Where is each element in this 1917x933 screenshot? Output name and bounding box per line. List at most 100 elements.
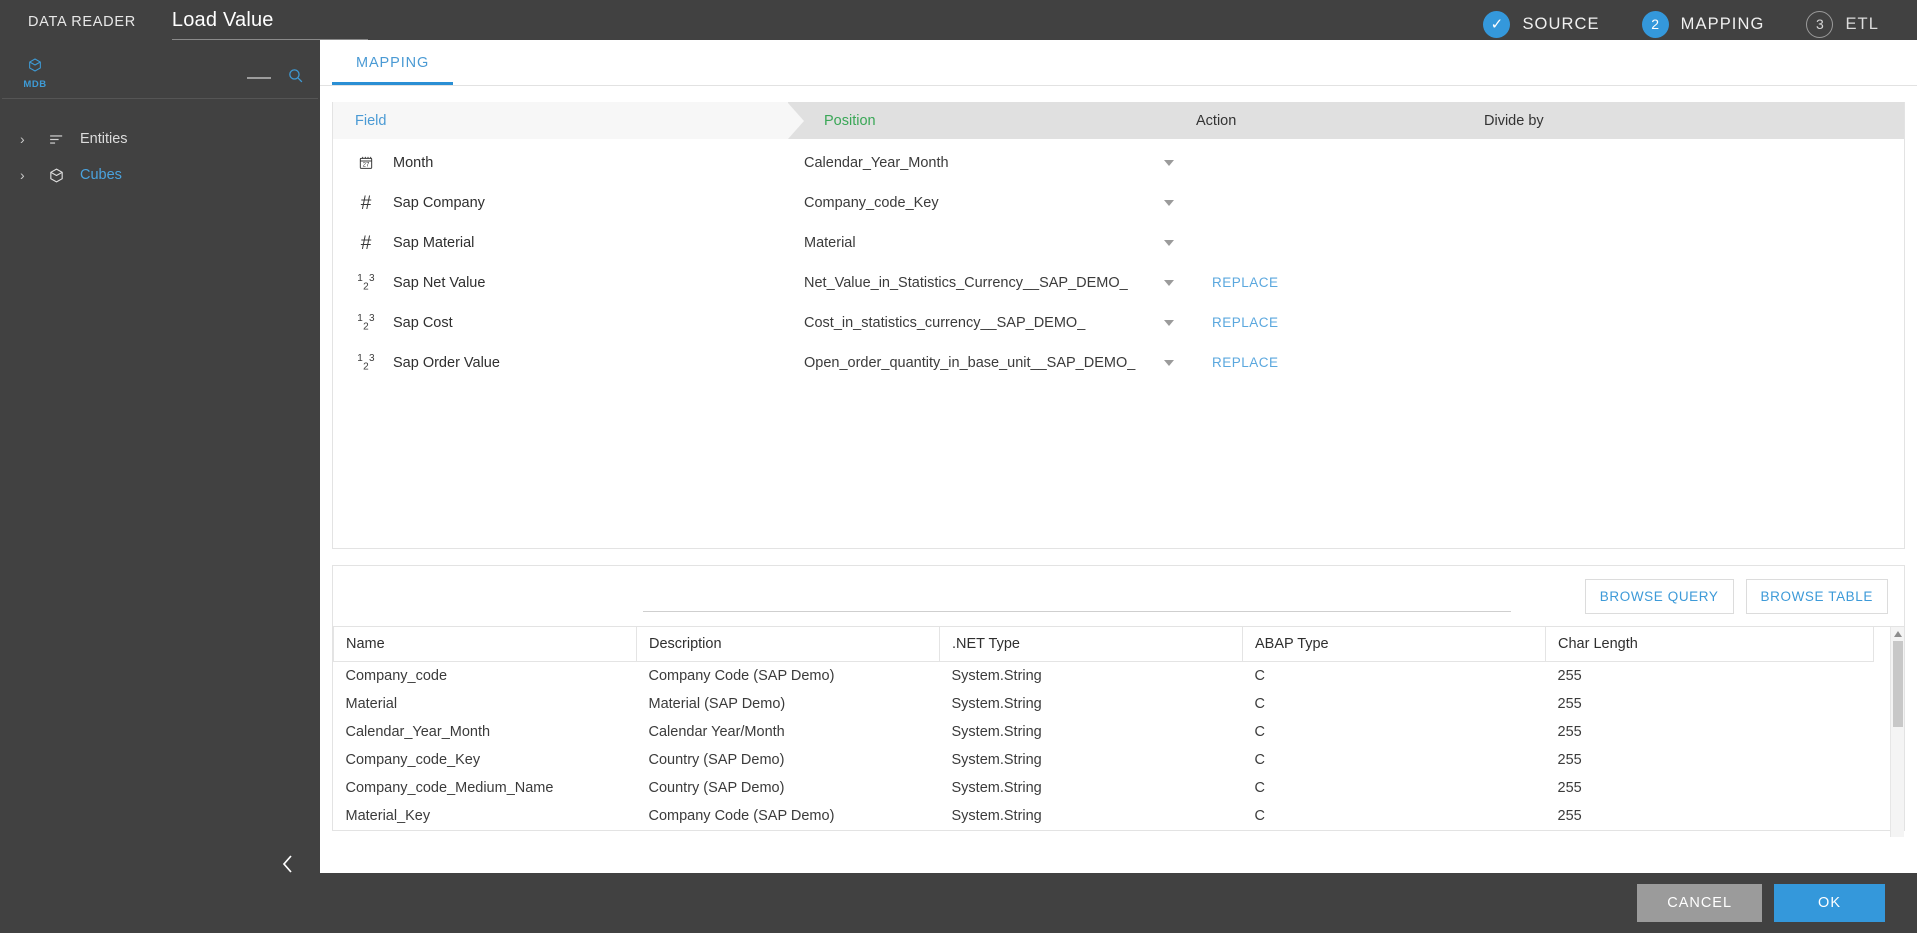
preview-grid-wrapper: NameDescription.NET TypeABAP TypeChar Le… [333,626,1904,830]
ok-button[interactable]: OK [1774,884,1885,922]
sidebar-item-entities[interactable]: › Entities [0,121,320,157]
replace-link[interactable]: REPLACE [1212,275,1279,290]
mapping-row-field: # Sap Company [333,194,804,213]
calendar-icon: 27 [355,155,377,171]
table-cell: System.String [940,662,1243,691]
preview-column-header: ABAP Type [1243,627,1546,662]
mapping-header-arrow [788,103,804,139]
mapping-row-field: 27 Month [333,155,804,171]
chevron-right-icon[interactable]: › [20,167,32,183]
mapping-header-action: Action [1196,113,1484,129]
step-source[interactable]: ✓ SOURCE [1483,11,1599,38]
mapping-position-value: Company_code_Key [804,195,939,211]
minimize-icon[interactable] [247,77,271,79]
replace-link[interactable]: REPLACE [1212,315,1279,330]
chevron-down-icon[interactable] [1164,160,1174,166]
cube-outline-icon [46,167,66,184]
table-cell: Material [334,690,637,718]
chevron-right-icon[interactable]: › [20,131,32,147]
table-cell: 255 [1546,802,1874,830]
mapping-position-value: Calendar_Year_Month [804,155,949,171]
mdb-logo: MDB [12,57,58,90]
table-cell: C [1243,774,1546,802]
scroll-up-icon[interactable] [1894,631,1902,637]
cancel-button[interactable]: CANCEL [1637,884,1762,922]
footer-bar: CANCEL OK [0,873,1917,933]
mapping-position-select[interactable]: Company_code_Key [804,195,1196,211]
chevron-down-icon[interactable] [1164,240,1174,246]
preview-column-header: Description [637,627,940,662]
table-row[interactable]: Company_codeCompany Code (SAP Demo)Syste… [334,662,1874,691]
table-row[interactable]: Material_KeyCompany Code (SAP Demo)Syste… [334,802,1874,830]
document-title[interactable]: Load Value [172,9,368,40]
tab-mapping[interactable]: MAPPING [332,55,453,85]
sidebar-header-tools [247,67,304,89]
preview-grid-scrollbar[interactable] [1890,627,1904,837]
mapping-row: 123 Sap Net Value Net_Value_in_Statistics_… [333,263,1904,303]
mapping-row-action: REPLACE [1196,314,1484,332]
replace-link[interactable]: REPLACE [1212,355,1279,370]
preview-grid-body: Company_codeCompany Code (SAP Demo)Syste… [334,662,1874,831]
table-cell: 255 [1546,690,1874,718]
mapping-row-field: 123 Sap Order Value [333,354,804,372]
step-mapping[interactable]: 2 MAPPING [1642,11,1765,38]
mapping-row-field: 123 Sap Cost [333,314,804,332]
table-cell: C [1243,718,1546,746]
table-row[interactable]: Company_code_KeyCountry (SAP Demo)System… [334,746,1874,774]
table-cell: Calendar_Year_Month [334,718,637,746]
table-row[interactable]: MaterialMaterial (SAP Demo)System.String… [334,690,1874,718]
mapping-row: 123 Sap Order Value Open_order_quantity_in… [333,343,1904,383]
mapping-position-select[interactable]: Cost_in_statistics_currency__SAP_DEMO_ [804,315,1196,331]
numeric-icon: 123 [355,354,377,372]
chevron-down-icon[interactable] [1164,280,1174,286]
table-cell: C [1243,746,1546,774]
mapping-position-select[interactable]: Net_Value_in_Statistics_Currency__SAP_DE… [804,275,1196,291]
mapping-field-label: Sap Cost [393,315,453,331]
browse-query-button[interactable]: BROWSE QUERY [1585,579,1734,614]
hash-icon: # [355,194,377,213]
table-cell: Company_code_Medium_Name [334,774,637,802]
app-name: DATA READER [28,14,136,30]
table-cell: C [1243,662,1546,691]
numeric-icon: 123 [355,274,377,292]
mapping-field-label: Month [393,155,433,171]
main-panel: MAPPING Field Position Action Divide by … [320,40,1917,873]
mapping-position-select[interactable]: Material [804,235,1196,251]
mapping-position-value: Open_order_quantity_in_base_unit__SAP_DE… [804,355,1135,371]
chevron-down-icon[interactable] [1164,360,1174,366]
table-cell: Country (SAP Demo) [637,746,940,774]
document-title-field[interactable]: Load Value [172,9,368,40]
mapping-position-select[interactable]: Open_order_quantity_in_base_unit__SAP_DE… [804,355,1196,371]
step-mapping-label: MAPPING [1681,15,1765,34]
table-cell: System.String [940,774,1243,802]
application-window: DATA READER Load Value ✓ SOURCE 2 MAPPIN… [0,0,1917,933]
table-cell: Company_code_Key [334,746,637,774]
table-row[interactable]: Calendar_Year_MonthCalendar Year/MonthSy… [334,718,1874,746]
browse-table-button[interactable]: BROWSE TABLE [1746,579,1888,614]
mapping-field-label: Sap Order Value [393,355,500,371]
search-icon[interactable] [287,67,304,89]
sidebar-item-entities-label: Entities [80,131,128,147]
table-cell: Country (SAP Demo) [637,774,940,802]
svg-text:27: 27 [363,163,370,169]
mapping-field-label: Sap Company [393,195,485,211]
mapping-row: # Sap Company Company_code_Key [333,183,1904,223]
tab-bar: MAPPING [320,40,1917,86]
preview-toolbar: BROWSE QUERY BROWSE TABLE [333,566,1904,626]
mapping-field-label: Sap Net Value [393,275,485,291]
step-etl[interactable]: 3 ETL [1806,11,1879,38]
chevron-down-icon[interactable] [1164,200,1174,206]
sidebar-tree: › Entities › Cube [0,99,320,193]
mapping-row-action: REPLACE [1196,274,1484,292]
numeric-icon: 123 [355,314,377,332]
mapping-position-select[interactable]: Calendar_Year_Month [804,155,1196,171]
chevron-down-icon[interactable] [1164,320,1174,326]
table-cell: System.String [940,718,1243,746]
table-row[interactable]: Company_code_Medium_NameCountry (SAP Dem… [334,774,1874,802]
table-cell: System.String [940,746,1243,774]
mapping-rows: 27 Month Calendar_Year_Month # Sap Company Co… [333,139,1904,383]
sidebar-item-cubes[interactable]: › Cubes [0,157,320,193]
hash-icon: # [355,234,377,253]
scrollbar-thumb[interactable] [1893,641,1903,727]
step-etl-label: ETL [1845,15,1879,34]
